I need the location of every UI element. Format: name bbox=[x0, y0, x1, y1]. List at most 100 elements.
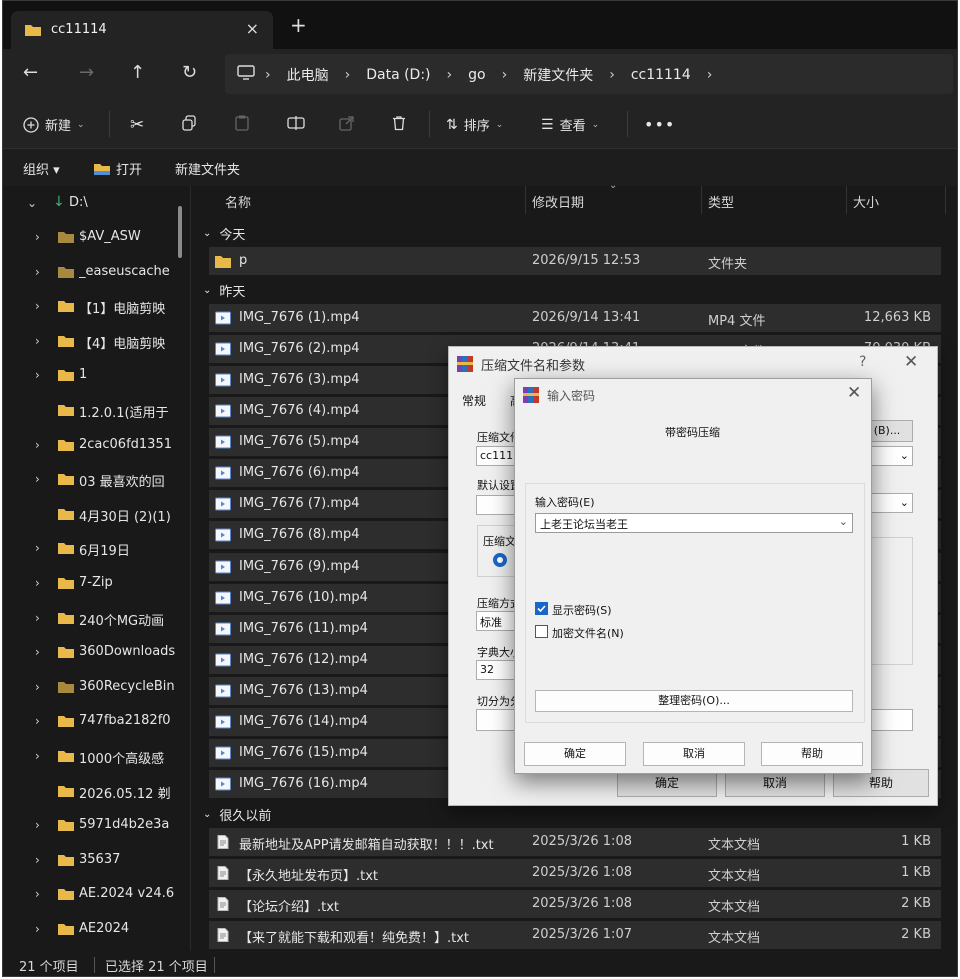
sidebar-item-folder[interactable]: › $AV_ASW bbox=[3, 220, 183, 254]
archive-name-input[interactable]: cc111 bbox=[476, 446, 516, 466]
chevron-right-icon[interactable]: › bbox=[35, 611, 40, 625]
sidebar-item-folder[interactable]: › AE.2024 v24.6 bbox=[3, 877, 183, 911]
new-tab-button[interactable]: + bbox=[290, 15, 307, 35]
breadcrumb-drive[interactable]: Data (D:) bbox=[366, 67, 430, 83]
organize-menu[interactable]: 组织 ▾ bbox=[23, 159, 60, 178]
sidebar-item-folder[interactable]: › 5971d4b2e3a bbox=[3, 808, 183, 842]
chevron-right-icon[interactable]: › bbox=[35, 541, 40, 555]
column-divider[interactable] bbox=[701, 186, 702, 214]
share-icon[interactable] bbox=[339, 115, 355, 131]
compression-method-select[interactable]: 标准 bbox=[476, 611, 516, 631]
sidebar-item-folder[interactable]: › 6月19日 bbox=[3, 531, 183, 565]
breadcrumb-this-pc[interactable]: 此电脑 bbox=[287, 65, 329, 85]
forward-arrow-icon[interactable]: → bbox=[79, 61, 94, 85]
sidebar-item-folder[interactable]: › 240个MG动画 bbox=[3, 601, 183, 635]
sidebar-item-folder[interactable]: › 【1】电脑剪映 bbox=[3, 289, 183, 323]
cancel-button[interactable]: 取消 bbox=[643, 742, 745, 766]
sidebar-item-folder[interactable]: › AE2024 bbox=[3, 912, 183, 946]
sidebar-item-folder[interactable]: › 7-Zip bbox=[3, 566, 183, 600]
sidebar-item-folder[interactable]: › 03 最喜欢的回 bbox=[3, 462, 183, 496]
chevron-right-icon[interactable]: › bbox=[35, 438, 40, 452]
chevron-right-icon[interactable]: › bbox=[35, 368, 40, 382]
up-arrow-icon[interactable]: ↑ bbox=[130, 61, 145, 85]
column-header-name[interactable]: 名称 bbox=[225, 192, 251, 211]
cut-icon[interactable]: ✂ bbox=[130, 115, 144, 135]
chevron-right-icon[interactable]: › bbox=[35, 853, 40, 867]
column-divider[interactable] bbox=[525, 186, 526, 214]
encrypt-filenames-checkbox[interactable] bbox=[535, 625, 548, 638]
chevron-right-icon[interactable]: › bbox=[35, 230, 40, 244]
sidebar-item-folder[interactable]: › 360Downloads bbox=[3, 635, 183, 669]
dictionary-size-select[interactable]: 32 bbox=[476, 660, 516, 680]
sidebar-item-folder[interactable]: › _easeuscache bbox=[3, 255, 183, 289]
column-header-size[interactable]: 大小 bbox=[853, 192, 879, 211]
sidebar-item-folder[interactable]: › 2cac06fd1351 bbox=[3, 428, 183, 462]
sort-button[interactable]: ⇅ 排序 ⌄ bbox=[446, 115, 503, 135]
breadcrumb-go[interactable]: go bbox=[468, 67, 485, 83]
chevron-right-icon[interactable]: › bbox=[35, 645, 40, 659]
refresh-icon[interactable]: ↻ bbox=[182, 61, 197, 85]
chevron-right-icon[interactable]: › bbox=[35, 714, 40, 728]
profiles-button[interactable] bbox=[476, 495, 516, 515]
copy-icon[interactable] bbox=[181, 115, 197, 131]
sidebar-scrollbar[interactable] bbox=[178, 206, 182, 258]
rar-format-radio[interactable] bbox=[493, 553, 507, 567]
close-icon[interactable]: × bbox=[246, 19, 259, 38]
open-button[interactable]: 打开 bbox=[94, 159, 142, 178]
file-row[interactable]: IMG_7676 (1).mp4 2026/9/14 13:41 MP4 文件 12,… bbox=[209, 304, 941, 332]
delete-icon[interactable] bbox=[391, 115, 407, 131]
close-icon[interactable]: ✕ bbox=[847, 383, 861, 403]
ok-button[interactable]: 确定 bbox=[524, 742, 626, 766]
tab-general[interactable]: 常规 bbox=[462, 392, 486, 409]
sidebar-item-folder[interactable]: › 【4】电脑剪映 bbox=[3, 324, 183, 358]
paste-icon[interactable] bbox=[235, 115, 249, 131]
file-row[interactable]: 【永久地址发布页】.txt 2025/3/26 1:08 文本文档 1 KB bbox=[209, 859, 941, 887]
chevron-right-icon[interactable]: › bbox=[35, 818, 40, 832]
split-volumes-input[interactable] bbox=[476, 709, 516, 731]
chevron-right-icon[interactable]: › bbox=[35, 299, 40, 313]
group-header-yesterday[interactable]: ⌄ 昨天 bbox=[203, 281, 245, 300]
sidebar-item-folder[interactable]: 1.2.0.1(适用于 bbox=[3, 393, 183, 427]
sidebar-item-folder[interactable]: › 1 bbox=[3, 358, 183, 392]
show-password-checkbox[interactable] bbox=[535, 602, 548, 615]
back-arrow-icon[interactable]: ← bbox=[23, 61, 38, 85]
chevron-right-icon[interactable]: › bbox=[35, 887, 40, 901]
help-question-icon[interactable]: ? bbox=[859, 354, 866, 370]
more-options-icon[interactable]: ••• bbox=[644, 115, 675, 134]
chevron-right-icon[interactable]: › bbox=[35, 334, 40, 348]
chevron-right-icon[interactable]: › bbox=[35, 265, 40, 279]
sidebar-item-folder[interactable]: › 360RecycleBin bbox=[3, 670, 183, 704]
column-divider[interactable] bbox=[945, 186, 946, 214]
sidebar-item-folder[interactable]: 4月30日 (2)(1) bbox=[3, 497, 183, 531]
sidebar-item-folder[interactable]: › 35637 bbox=[3, 843, 183, 877]
breadcrumb-new-folder[interactable]: 新建文件夹 bbox=[523, 65, 593, 85]
sidebar-item-folder[interactable]: 2026.05.12 剃 bbox=[3, 774, 183, 808]
chevron-right-icon[interactable]: › bbox=[35, 680, 40, 694]
chevron-right-icon[interactable]: › bbox=[35, 472, 40, 486]
file-row[interactable]: 最新地址及APP请发邮箱自动获取！！！.txt 2025/3/26 1:08 文本文… bbox=[209, 828, 941, 856]
organize-passwords-button[interactable]: 整理密码(O)... bbox=[535, 690, 853, 712]
sidebar-item-drive-d[interactable]: ⌄ ↓ D:\ bbox=[3, 186, 183, 220]
close-icon[interactable]: ✕ bbox=[904, 352, 918, 372]
breadcrumb-cc11114[interactable]: cc11114 bbox=[631, 67, 691, 83]
column-divider[interactable] bbox=[846, 186, 847, 214]
column-header-date[interactable]: 修改日期 bbox=[532, 192, 584, 211]
file-row[interactable]: p 2026/9/15 12:53 文件夹 bbox=[209, 247, 941, 275]
sidebar-item-folder[interactable]: › 747fba2182f0 bbox=[3, 704, 183, 738]
chevron-right-icon[interactable]: › bbox=[35, 749, 40, 763]
group-header-today[interactable]: ⌄ 今天 bbox=[203, 224, 245, 243]
view-button[interactable]: ☰ 查看 ⌄ bbox=[541, 115, 599, 135]
file-row[interactable]: 【论坛介绍】.txt 2025/3/26 1:08 文本文档 2 KB bbox=[209, 890, 941, 918]
address-bar[interactable]: › 此电脑 › Data (D:) › go › 新建文件夹 › cc11114… bbox=[225, 54, 953, 94]
chevron-right-icon[interactable]: › bbox=[35, 922, 40, 936]
new-button[interactable]: 新建 ⌄ bbox=[23, 115, 85, 134]
chevron-down-icon[interactable]: ⌄ bbox=[839, 515, 848, 528]
chevron-down-icon[interactable]: ⌄ bbox=[27, 196, 37, 210]
tab-cc11114[interactable]: cc11114 × bbox=[11, 11, 273, 49]
chevron-right-icon[interactable]: › bbox=[35, 576, 40, 590]
file-row[interactable]: 【来了就能下载和观看！纯免费！】.txt 2025/3/26 1:07 文本文档 2 … bbox=[209, 921, 941, 949]
password-input[interactable]: 上老王论坛当老王 ⌄ bbox=[535, 513, 853, 533]
rename-icon[interactable] bbox=[287, 115, 305, 131]
sidebar-item-folder[interactable]: › 1000个高级感 bbox=[3, 739, 183, 773]
help-button[interactable]: 帮助 bbox=[761, 742, 863, 766]
